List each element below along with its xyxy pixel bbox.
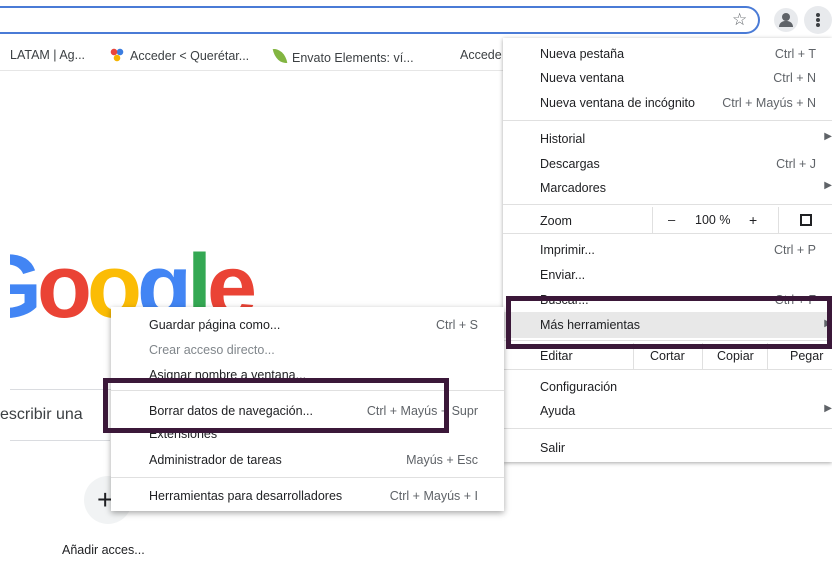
menu-item-new-tab[interactable]: Nueva pestaña Ctrl + T <box>503 42 832 66</box>
menu-item-label: Crear acceso directo... <box>149 343 275 357</box>
submenu-item-task-manager[interactable]: Administrador de tareas Mayús + Esc <box>111 448 504 472</box>
bookmark-star-icon[interactable]: ☆ <box>732 10 747 30</box>
paste-label: Pegar <box>790 349 824 363</box>
menu-item-shortcut: Ctrl + T <box>774 47 816 61</box>
submenu-item-save-page[interactable]: Guardar página como... Ctrl + S <box>111 313 504 337</box>
menu-item-label: Historial <box>540 132 586 146</box>
menu-item-shortcut: Ctrl + N <box>773 71 816 85</box>
menu-item-shortcut: Ctrl + Mayús + I <box>389 489 478 503</box>
kebab-menu-icon[interactable] <box>804 6 832 34</box>
menu-item-label: Enviar... <box>540 268 586 282</box>
menu-item-bookmarks[interactable]: Marcadores ▶ <box>503 176 832 200</box>
bookmark-item[interactable]: Accede <box>460 48 502 62</box>
menu-item-shortcut: Ctrl + Mayús + N <box>722 96 816 110</box>
menu-item-label: Marcadores <box>540 181 606 195</box>
bookmark-label: Accede <box>460 48 502 62</box>
menu-item-label: Administrador de tareas <box>149 453 282 467</box>
search-input[interactable]: escribir una <box>0 406 83 424</box>
menu-item-label: Editar <box>540 349 573 363</box>
people-favicon-icon <box>110 48 124 62</box>
menu-item-label: Descargas <box>540 157 600 171</box>
bookmark-item[interactable]: Acceder < Querétar... <box>110 48 249 63</box>
logo-letter: o <box>37 250 92 330</box>
menu-item-exit[interactable]: Salir <box>503 436 832 460</box>
menu-separator <box>503 233 832 234</box>
logo-letter: G <box>10 250 42 330</box>
menu-item-label: Configuración <box>540 380 618 394</box>
menu-separator <box>503 204 832 205</box>
bookmark-label: LATAM | Ag... <box>10 48 86 62</box>
leaf-favicon-icon <box>272 47 288 65</box>
profile-avatar-icon[interactable] <box>774 8 798 32</box>
zoom-in-button[interactable]: + <box>749 212 757 228</box>
menu-item-cast[interactable]: Enviar... <box>503 263 832 287</box>
chrome-main-menu: Nueva pestaña Ctrl + T Nueva ventana Ctr… <box>503 38 832 462</box>
menu-separator <box>111 477 504 478</box>
menu-item-zoom: Zoom – 100 % + <box>503 207 832 233</box>
submenu-item-create-shortcut[interactable]: Crear acceso directo... <box>111 338 504 362</box>
menu-item-label: Nueva pestaña <box>540 47 625 61</box>
menu-item-label: Herramientas para desarrolladores <box>149 489 343 503</box>
menu-item-help[interactable]: Ayuda ▶ <box>503 399 832 423</box>
menu-item-settings[interactable]: Configuración <box>503 375 832 399</box>
bookmark-label: Acceder < Querétar... <box>130 49 250 63</box>
address-bar[interactable] <box>0 6 760 34</box>
zoom-level: 100 % <box>695 213 731 227</box>
menu-item-shortcut: Ctrl + J <box>776 157 816 171</box>
submenu-arrow-icon: ▶ <box>824 403 832 414</box>
bookmark-label: Envato Elements: ví... <box>292 51 414 65</box>
menu-item-label: Ayuda <box>540 404 576 418</box>
menu-separator <box>503 120 832 121</box>
submenu-item-dev-tools[interactable]: Herramientas para desarrolladores Ctrl +… <box>111 484 504 508</box>
menu-item-label: Nueva ventana <box>540 71 625 85</box>
menu-item-downloads[interactable]: Descargas Ctrl + J <box>503 152 832 176</box>
menu-item-new-window[interactable]: Nueva ventana Ctrl + N <box>503 66 832 90</box>
menu-item-incognito[interactable]: Nueva ventana de incógnito Ctrl + Mayús … <box>503 91 832 115</box>
submenu-arrow-icon: ▶ <box>824 180 832 191</box>
menu-item-label: Guardar página como... <box>149 318 281 332</box>
cut-label: Cortar <box>650 349 685 363</box>
zoom-out-button[interactable]: – <box>668 212 675 227</box>
menu-separator <box>503 428 832 429</box>
bookmark-item[interactable]: Envato Elements: ví... <box>272 47 414 65</box>
annotation-box-clear-data <box>103 378 449 433</box>
fullscreen-icon[interactable] <box>800 214 812 226</box>
menu-item-shortcut: Ctrl + S <box>435 318 478 332</box>
menu-item-print[interactable]: Imprimir... Ctrl + P <box>503 238 832 262</box>
search-box-bottom-border <box>10 440 110 441</box>
menu-item-label: Imprimir... <box>540 243 595 257</box>
submenu-arrow-icon: ▶ <box>824 131 832 142</box>
menu-item-label: Zoom <box>540 214 572 228</box>
annotation-box-more-tools <box>506 296 832 349</box>
menu-separator <box>503 369 832 370</box>
bookmark-item[interactable]: LATAM | Ag... <box>10 48 85 62</box>
copy-label: Copiar <box>717 349 754 363</box>
menu-item-shortcut: Mayús + Esc <box>406 453 478 467</box>
menu-item-history[interactable]: Historial ▶ <box>503 127 832 151</box>
menu-item-label: Nueva ventana de incógnito <box>540 96 695 110</box>
menu-item-label: Salir <box>540 441 566 455</box>
add-shortcut-label: Añadir acces... <box>62 543 145 557</box>
menu-item-shortcut: Ctrl + P <box>773 243 816 257</box>
